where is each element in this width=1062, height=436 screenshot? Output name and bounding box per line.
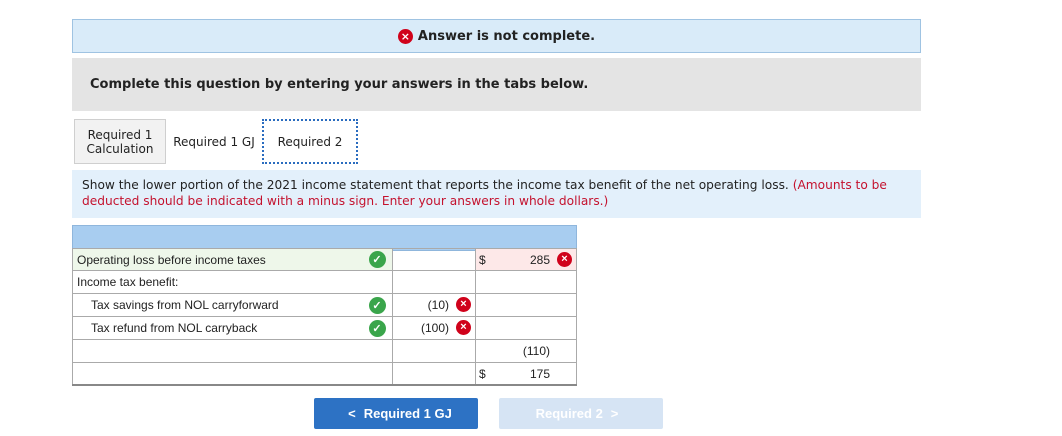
prev-tab-button[interactable]: < Required 1 GJ (314, 398, 478, 429)
table-row: (110) (72, 340, 577, 363)
amount-value: (100) (420, 321, 449, 335)
row-label[interactable]: Tax refund from NOL carryback (72, 317, 392, 339)
amount-input-col2[interactable]: $ 175 (475, 363, 577, 384)
amount-value: (110) (522, 344, 550, 358)
table-row: $ 175 (72, 363, 577, 386)
amount-value: (10) (427, 298, 449, 312)
table-row: Tax savings from NOL carryforward ✓ (10)… (72, 294, 577, 317)
amount-input-col2[interactable]: $ 285 × (475, 249, 577, 270)
amount-input-col1[interactable]: (10) × (392, 294, 475, 316)
table-row: Operating loss before income taxes ✓ $ 2… (72, 248, 577, 271)
instruction-box: Complete this question by entering your … (72, 58, 921, 111)
dollar-sign: $ (479, 367, 486, 381)
tab-label: Required 2 (277, 134, 343, 149)
table-row: Income tax benefit: (72, 271, 577, 294)
x-circle-icon: × (456, 297, 471, 312)
next-button-label: Required 2 (535, 406, 603, 421)
tab-required-1-gj[interactable]: Required 1 GJ (168, 119, 260, 164)
x-circle-icon: × (557, 252, 572, 267)
amount-input-col1[interactable] (392, 271, 475, 293)
instruction-text: Complete this question by entering your … (90, 77, 589, 92)
dollar-sign: $ (479, 253, 486, 267)
check-icon: ✓ (368, 319, 386, 337)
tab-required-2[interactable]: Required 2 (262, 119, 358, 164)
tab-required-1-calculation[interactable]: Required 1 Calculation (74, 119, 166, 164)
amount-input-col2[interactable] (475, 294, 577, 316)
amount-input-col1[interactable] (392, 340, 475, 362)
chevron-right-icon: > (610, 406, 619, 421)
row-label[interactable]: Income tax benefit: (72, 271, 392, 293)
x-circle-icon: × (397, 28, 413, 44)
tab-label: Required 1 GJ (173, 134, 255, 149)
row-label[interactable]: Operating loss before income taxes (72, 249, 392, 270)
table-row: Tax refund from NOL carryback ✓ (100) × (72, 317, 577, 340)
amount-input-col2[interactable]: (110) (475, 340, 577, 362)
chevron-left-icon: < (348, 406, 356, 421)
amount-input-col1[interactable] (392, 363, 475, 384)
next-tab-button[interactable]: Required 2 > (499, 398, 663, 429)
prev-button-label: Required 1 GJ (363, 406, 452, 421)
banner-text: Answer is not complete. (417, 28, 596, 44)
answer-status-banner: × Answer is not complete. (72, 19, 921, 53)
check-icon: ✓ (368, 296, 386, 314)
amount-input-col1[interactable] (392, 249, 475, 270)
question-text: Show the lower portion of the 2021 incom… (82, 178, 789, 192)
amount-input-col2[interactable] (475, 317, 577, 339)
amount-input-col1[interactable]: (100) × (392, 317, 475, 339)
row-label[interactable] (72, 363, 392, 384)
tab-label-line2: Calculation (86, 141, 154, 156)
x-circle-icon: × (456, 320, 471, 335)
amount-input-col2[interactable] (475, 271, 577, 293)
question-box: Show the lower portion of the 2021 incom… (72, 170, 921, 218)
row-label[interactable] (72, 340, 392, 362)
amount-value: 285 (529, 252, 550, 267)
amount-value: 175 (529, 366, 550, 381)
tab-label-line1: Required 1 (87, 127, 153, 142)
row-label[interactable]: Tax savings from NOL carryforward (72, 294, 392, 316)
check-icon: ✓ (368, 251, 386, 268)
